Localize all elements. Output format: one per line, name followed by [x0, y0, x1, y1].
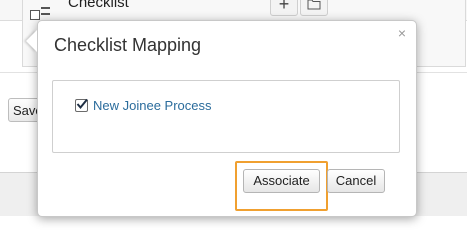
- background-section-label: Checklist: [68, 0, 129, 11]
- cancel-button[interactable]: Cancel: [327, 169, 385, 193]
- checkmark-icon: [76, 98, 88, 110]
- folder-icon[interactable]: [300, 0, 328, 16]
- dialog-pointer: [26, 30, 37, 52]
- item-label[interactable]: New Joinee Process: [93, 98, 212, 113]
- checklist-icon: [30, 4, 50, 20]
- checklist-mapping-dialog: Checklist Mapping × New Joinee Process A…: [37, 20, 417, 217]
- associate-button[interactable]: Associate: [243, 169, 320, 193]
- dialog-title: Checklist Mapping: [54, 35, 202, 55]
- plus-icon[interactable]: +: [270, 0, 298, 16]
- checklist-list: New Joinee Process: [52, 80, 400, 153]
- item-checkbox[interactable]: [75, 98, 88, 112]
- list-item[interactable]: New Joinee Process: [75, 98, 212, 113]
- close-icon[interactable]: ×: [398, 25, 406, 41]
